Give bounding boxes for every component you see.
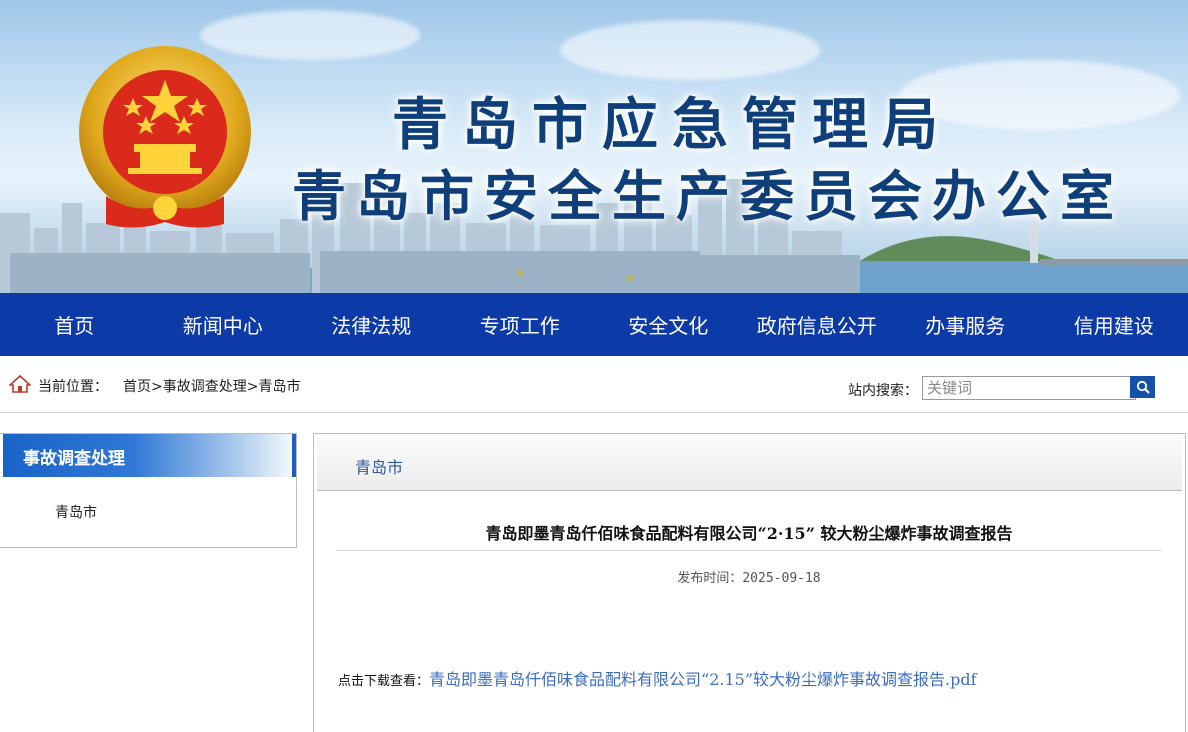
publish-date-label: 发布时间： xyxy=(677,571,742,586)
panel-header: 青岛市 xyxy=(317,437,1182,491)
download-label: 点击下载查看： xyxy=(338,674,429,689)
nav-item-services[interactable]: 办事服务 xyxy=(891,293,1040,356)
nav-item-special-work[interactable]: 专项工作 xyxy=(446,293,595,356)
search-button[interactable] xyxy=(1130,376,1155,398)
breadcrumb-bar: 当前位置： 首页>事故调查处理>青岛市 站内搜索： xyxy=(0,356,1188,413)
search-label: 站内搜索： xyxy=(848,380,918,400)
publish-date-value: 2025-09-18 xyxy=(742,571,820,586)
nav-item-credit[interactable]: 信用建设 xyxy=(1040,293,1188,356)
sidebar: 事故调查处理 青岛市 xyxy=(0,433,297,548)
breadcrumb-label: 当前位置： xyxy=(38,376,108,396)
national-emblem-icon xyxy=(76,46,254,232)
banner-title-secondary: 青岛市安全生产委员会办公室 xyxy=(292,152,1188,231)
search-icon xyxy=(1136,380,1150,394)
sidebar-heading-bar: 事故调查处理 xyxy=(3,434,296,477)
sidebar-item-qingdao[interactable]: 青岛市 xyxy=(55,502,97,522)
panel-heading: 青岛市 xyxy=(355,454,403,478)
nav-item-laws[interactable]: 法律法规 xyxy=(297,293,446,356)
sidebar-heading: 事故调查处理 xyxy=(23,444,125,469)
nav-item-home[interactable]: 首页 xyxy=(0,293,149,356)
nav-item-safety-culture[interactable]: 安全文化 xyxy=(594,293,743,356)
breadcrumb-link-home[interactable]: 首页 xyxy=(123,379,151,395)
cloud-decoration xyxy=(560,20,820,80)
breadcrumb-separator: > xyxy=(247,379,259,395)
title-divider xyxy=(336,550,1162,551)
download-row: 点击下载查看：青岛即墨青岛仟佰味食品配料有限公司“2.15”较大粉尘爆炸事故调查… xyxy=(338,666,977,690)
search-input[interactable] xyxy=(922,376,1136,400)
article-title: 青岛即墨青岛仟佰味食品配料有限公司“2·15” 较大粉尘爆炸事故调查报告 xyxy=(336,520,1162,544)
breadcrumb: 首页>事故调查处理>青岛市 xyxy=(123,376,300,396)
breadcrumb-link-accident[interactable]: 事故调查处理 xyxy=(163,379,247,395)
publish-date: 发布时间：2025-09-18 xyxy=(336,567,1162,586)
banner-title-primary: 青岛市应急管理局 xyxy=(392,80,1188,161)
breadcrumb-link-qingdao[interactable]: 青岛市 xyxy=(258,379,300,395)
nav-item-gov-info[interactable]: 政府信息公开 xyxy=(743,293,892,356)
header-banner: 青岛市应急管理局 青岛市安全生产委员会办公室 xyxy=(0,0,1188,293)
breadcrumb-separator: > xyxy=(151,379,163,395)
content-panel: 青岛市 青岛即墨青岛仟佰味食品配料有限公司“2·15” 较大粉尘爆炸事故调查报告… xyxy=(313,433,1186,732)
nav-item-news[interactable]: 新闻中心 xyxy=(149,293,298,356)
home-icon xyxy=(9,375,31,393)
pdf-download-link[interactable]: 青岛即墨青岛仟佰味食品配料有限公司“2.15”较大粉尘爆炸事故调查报告.pdf xyxy=(429,670,976,689)
main-nav: 首页 新闻中心 法律法规 专项工作 安全文化 政府信息公开 办事服务 信用建设 xyxy=(0,293,1188,356)
